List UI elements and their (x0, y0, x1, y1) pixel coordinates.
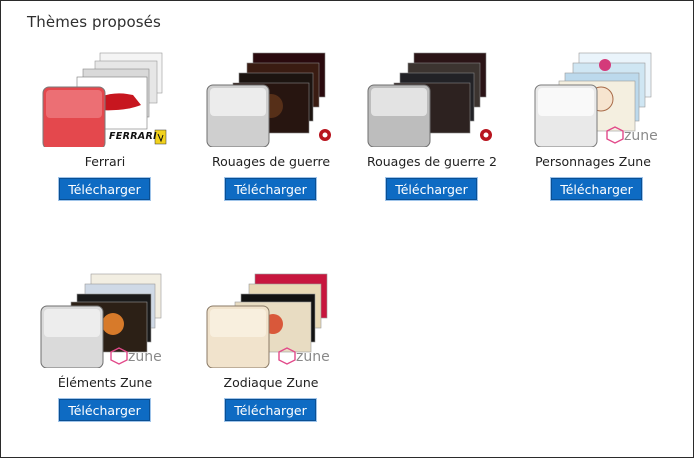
ferrari-preview-image (42, 52, 167, 147)
theme-thumbnail-personnages-zune[interactable]: zune (513, 51, 673, 147)
theme-name: Personnages Zune (535, 154, 651, 169)
themes-panel: Thèmes proposés FERRARI Ferrari Téléchar… (0, 0, 694, 458)
theme-name: Zodiaque Zune (223, 375, 319, 390)
theme-thumbnail-rouages-de-guerre[interactable] (191, 51, 351, 147)
theme-name: Rouages de guerre (211, 154, 331, 169)
theme-thumbnail-elements-zune[interactable]: zune (25, 272, 185, 368)
download-button-elements-zune[interactable]: Télécharger (58, 398, 151, 422)
zune-logo: zune (624, 128, 658, 144)
zune-logo: zune (128, 349, 162, 365)
theme-rouages-de-guerre: Rouages de guerre Télécharger (191, 51, 351, 211)
download-button-zodiaque-zune[interactable]: Télécharger (224, 398, 317, 422)
download-button-personnages-zune[interactable]: Télécharger (550, 177, 643, 201)
theme-name: Ferrari (84, 154, 126, 169)
theme-thumbnail-ferrari[interactable]: FERRARI (25, 51, 185, 147)
ferrari-logo-badge: FERRARI (109, 131, 157, 142)
theme-name: Éléments Zune (57, 375, 153, 390)
theme-zodiaque-zune: zune Zodiaque Zune Télécharger (191, 272, 351, 432)
theme-thumbnail-zodiaque-zune[interactable]: zune (191, 272, 351, 368)
theme-ferrari: FERRARI Ferrari Télécharger (25, 51, 185, 211)
theme-rouages-de-guerre-2: Rouages de guerre 2 Télécharger (352, 51, 512, 211)
theme-thumbnail-rouages-de-guerre-2[interactable] (352, 51, 512, 147)
download-button-rouages-de-guerre[interactable]: Télécharger (224, 177, 317, 201)
download-button-rouages-de-guerre-2[interactable]: Télécharger (385, 177, 478, 201)
zune-logo: zune (296, 349, 330, 365)
theme-personnages-zune: zune Personnages Zune Télécharger (513, 51, 673, 211)
theme-name: Rouages de guerre 2 (366, 154, 497, 169)
gears2-preview-image (367, 52, 492, 147)
section-title: Thèmes proposés (27, 13, 161, 31)
theme-elements-zune: zune Éléments Zune Télécharger (25, 272, 185, 432)
download-button-ferrari[interactable]: Télécharger (58, 177, 151, 201)
gears-preview-image (206, 52, 331, 147)
